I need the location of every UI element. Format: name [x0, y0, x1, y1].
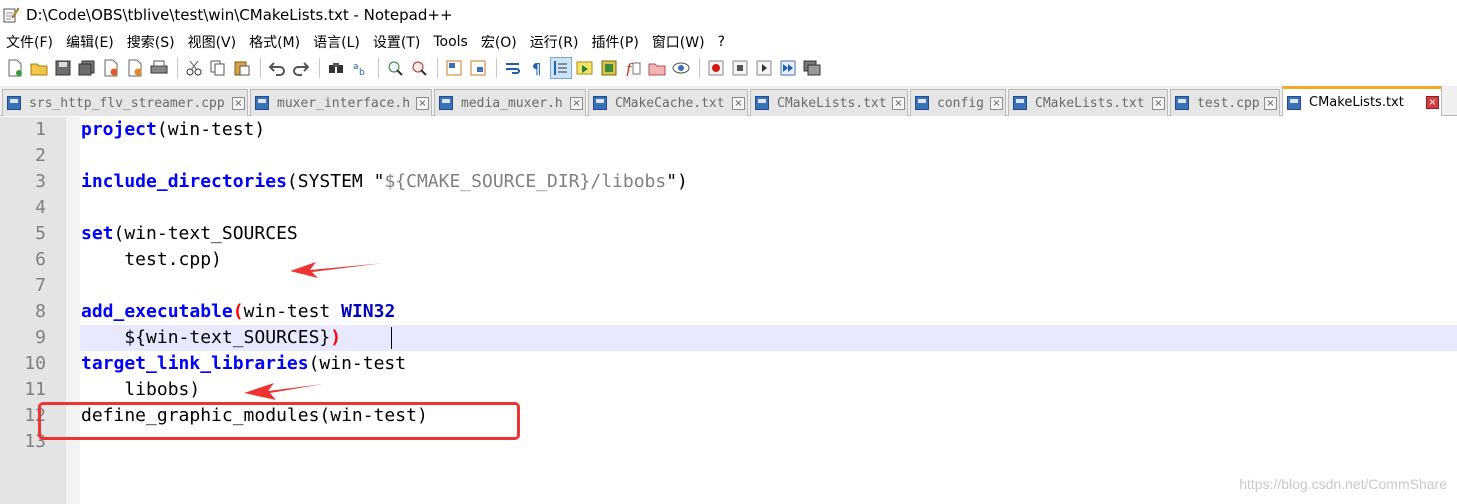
annotation-arrow — [290, 262, 384, 278]
annotation-highlight-box — [38, 402, 520, 440]
annotation-arrow — [244, 383, 323, 400]
watermark: https://blog.csdn.net/CommShare — [1239, 476, 1447, 492]
